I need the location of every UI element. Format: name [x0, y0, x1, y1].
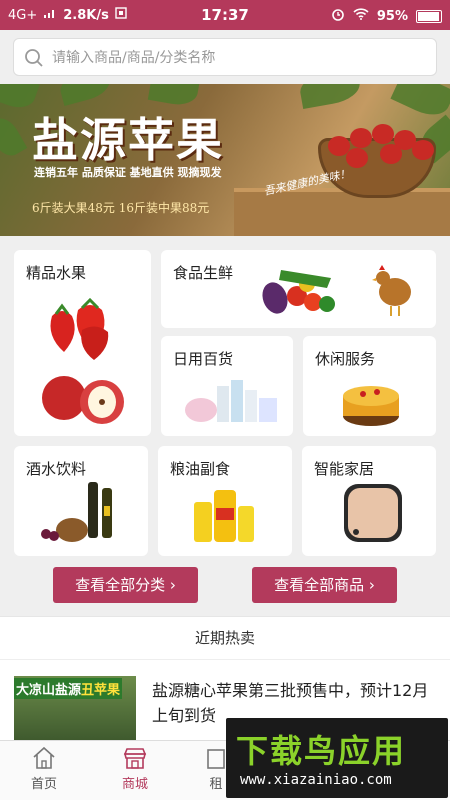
alarm-icon — [331, 7, 345, 25]
badge-highlight: 丑苹果 — [81, 683, 121, 698]
watermark-brand: 下载鸟应用 — [236, 732, 407, 770]
cooking-oil-icon — [190, 482, 260, 552]
category-grain-oil[interactable]: 粮油副食 — [158, 446, 292, 556]
search-bar — [0, 30, 450, 84]
tab-home[interactable]: 首页 — [14, 745, 74, 792]
category-label: 休闲服务 — [315, 350, 376, 368]
chevron-right-icon: › — [169, 576, 176, 594]
tab-label: 商城 — [121, 777, 148, 792]
category-fresh-food[interactable]: 食品生鲜 — [161, 250, 436, 328]
product-badge: 大凉山盐源丑苹果 — [14, 678, 123, 699]
banner-promo: 6斤装大果48元 16斤装中果88元 — [32, 201, 210, 215]
apple-icon — [38, 364, 134, 432]
wifi-icon — [353, 8, 369, 24]
view-all-categories-button[interactable]: 查看全部分类 › — [53, 567, 198, 603]
watermark-logo: 下载鸟应用 www.xiazainiao.com — [226, 718, 448, 798]
search-box[interactable] — [13, 38, 437, 76]
vegetables-icon — [261, 258, 341, 324]
wine-icon — [36, 480, 132, 550]
strawberry-icon — [42, 286, 122, 370]
chevron-right-icon: › — [368, 576, 375, 594]
chicken-icon — [371, 258, 417, 324]
watermark-url: www.xiazainiao.com — [240, 772, 392, 788]
banner-title: 盐源苹果 — [32, 113, 224, 167]
shop-icon — [123, 748, 147, 769]
category-label: 酒水饮料 — [26, 460, 87, 478]
search-icon — [24, 48, 44, 72]
category-label: 粮油副食 — [170, 460, 231, 478]
view-all-products-button[interactable]: 查看全部商品 › — [252, 567, 397, 603]
cake-icon — [339, 376, 403, 432]
status-bar: 4G+ 2.8K/s 17:37 95% — [0, 0, 450, 30]
product-thumbnail[interactable]: 大凉山盐源丑苹果 — [14, 676, 136, 740]
category-label: 日用百货 — [173, 350, 234, 368]
promo-banner[interactable]: 盐源苹果 连销五年 品质保证 基地直供 现摘现发 6斤装大果48元 16斤装中果… — [0, 84, 450, 236]
battery-percent: 95% — [376, 8, 408, 24]
category-label: 精品水果 — [26, 264, 87, 282]
toiletries-icon — [183, 376, 279, 430]
tab-label: 租 — [209, 777, 223, 792]
banner-tags: 连销五年 品质保证 基地直供 现摘现发 — [34, 166, 222, 179]
tab-mall[interactable]: 商城 — [105, 745, 165, 792]
category-leisure-services[interactable]: 休闲服务 — [303, 336, 436, 436]
category-fruit[interactable]: 精品水果 — [14, 250, 151, 436]
category-grid: 精品水果 食品生鲜 日用百货 休闲服务 酒水饮料 粮油副食 智能家居 查看全部分… — [0, 236, 450, 616]
badge-prefix: 大凉山盐源 — [16, 683, 82, 698]
battery-icon — [416, 9, 442, 23]
smart-speaker-icon — [340, 480, 406, 550]
hot-selling-header: 近期热卖 — [0, 616, 450, 660]
category-label: 智能家居 — [314, 460, 375, 478]
search-input[interactable] — [52, 45, 422, 71]
category-smart-home[interactable]: 智能家居 — [302, 446, 436, 556]
home-icon — [33, 746, 55, 769]
category-drinks[interactable]: 酒水饮料 — [14, 446, 148, 556]
category-label: 食品生鲜 — [173, 264, 234, 282]
category-daily-goods[interactable]: 日用百货 — [161, 336, 293, 436]
button-label: 查看全部分类 — [75, 576, 166, 594]
button-label: 查看全部商品 — [274, 576, 365, 594]
tab-label: 首页 — [30, 777, 57, 792]
